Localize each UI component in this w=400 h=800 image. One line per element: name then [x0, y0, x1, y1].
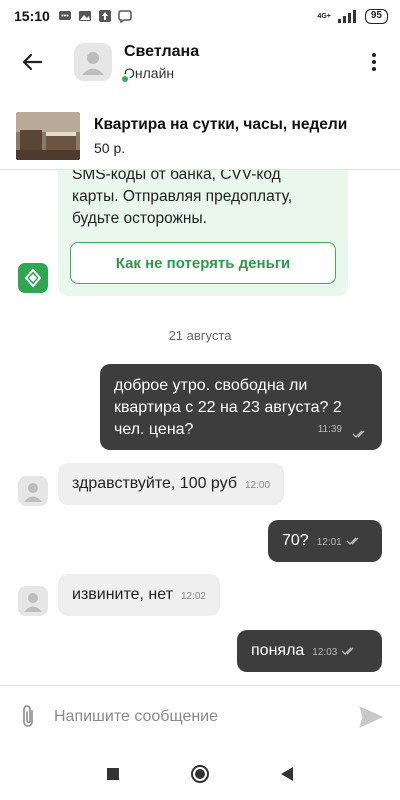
read-check-icon — [352, 430, 365, 438]
gallery-icon — [78, 11, 91, 21]
message-outgoing[interactable]: 70? 12:01 — [268, 520, 382, 562]
user-placeholder-icon — [24, 483, 42, 502]
date-separator: 21 августа — [168, 328, 232, 343]
upload-icon — [98, 10, 111, 22]
warning-line: SMS-коды от банка, CVV-код — [72, 170, 281, 183]
back-button[interactable] — [4, 34, 60, 90]
message-text: здравствуйте, 100 руб — [72, 475, 237, 492]
message-composer — [0, 685, 400, 747]
contact-info[interactable]: Светлана Онлайн — [124, 43, 199, 81]
message-input[interactable] — [54, 707, 324, 726]
back-arrow-icon — [22, 53, 43, 71]
message-time: 12:01 — [316, 537, 342, 548]
send-icon[interactable] — [358, 704, 384, 730]
message-incoming[interactable]: извините, нет 12:02 — [58, 574, 220, 616]
safety-warning-card: SMS-коды от банка, CVV-код карты. Отправ… — [58, 170, 348, 296]
whatsapp-icon — [58, 11, 71, 20]
message-text: извините, нет — [72, 586, 173, 603]
message-text: доброе утро. свободна ли квартира с 22 н… — [114, 377, 342, 438]
read-check-icon — [346, 537, 359, 545]
status-bar: 15:10 4G+ 95 — [0, 0, 400, 32]
warning-line: карты. Отправляя предоплату, — [72, 188, 293, 205]
listing-photo — [16, 111, 80, 160]
nav-back-icon[interactable] — [280, 766, 294, 782]
battery-indicator: 95 — [364, 8, 388, 24]
contact-name: Светлана — [124, 43, 200, 60]
read-check-icon — [341, 647, 354, 655]
message-time: 12:02 — [180, 591, 206, 602]
listing-price: 50 р. — [94, 139, 126, 156]
message-time: 12:00 — [245, 480, 271, 491]
listing-info: Квартира на сутки, часы, недели 50 р. — [94, 116, 347, 156]
viber-icon — [118, 10, 132, 23]
avatar[interactable] — [18, 586, 48, 616]
message-time: 11:39 — [317, 424, 342, 435]
more-icon[interactable] — [362, 48, 386, 76]
network-type: 4G+ — [317, 12, 331, 20]
warning-text: SMS-коды от банка, CVV-код карты. Отправ… — [72, 170, 340, 230]
avatar[interactable] — [74, 43, 112, 81]
chat-header: Светлана Онлайн — [0, 32, 400, 92]
message-text: поняла — [251, 642, 305, 659]
listing-title: Квартира на сутки, часы, недели — [94, 115, 348, 133]
online-indicator — [120, 74, 130, 84]
warning-line: будьте осторожны. — [72, 210, 207, 227]
user-placeholder-icon — [24, 593, 42, 612]
message-outgoing[interactable]: доброе утро. свободна ли квартира с 22 н… — [100, 364, 382, 450]
system-nav-bar — [0, 748, 400, 800]
status-right: 4G+ 95 — [317, 8, 388, 24]
message-text: 70? — [282, 532, 309, 549]
status-time: 15:10 — [14, 8, 50, 24]
nav-recents-icon[interactable] — [106, 767, 120, 781]
shield-icon — [18, 263, 48, 293]
message-outgoing[interactable]: поняла 12:03 — [237, 630, 382, 672]
message-time: 12:03 — [312, 647, 338, 658]
message-incoming[interactable]: здравствуйте, 100 руб 12:00 — [58, 463, 285, 505]
user-placeholder-icon — [82, 52, 104, 75]
signal-icon — [337, 10, 356, 23]
attach-icon[interactable] — [14, 702, 42, 732]
notification-icons — [58, 9, 132, 23]
safety-tips-button[interactable]: Как не потерять деньги — [70, 242, 336, 284]
nav-home-icon[interactable] — [190, 764, 210, 784]
avatar[interactable] — [18, 476, 48, 506]
listing-bar[interactable]: Квартира на сутки, часы, недели 50 р. — [0, 102, 400, 170]
contact-status: Онлайн — [124, 65, 175, 81]
